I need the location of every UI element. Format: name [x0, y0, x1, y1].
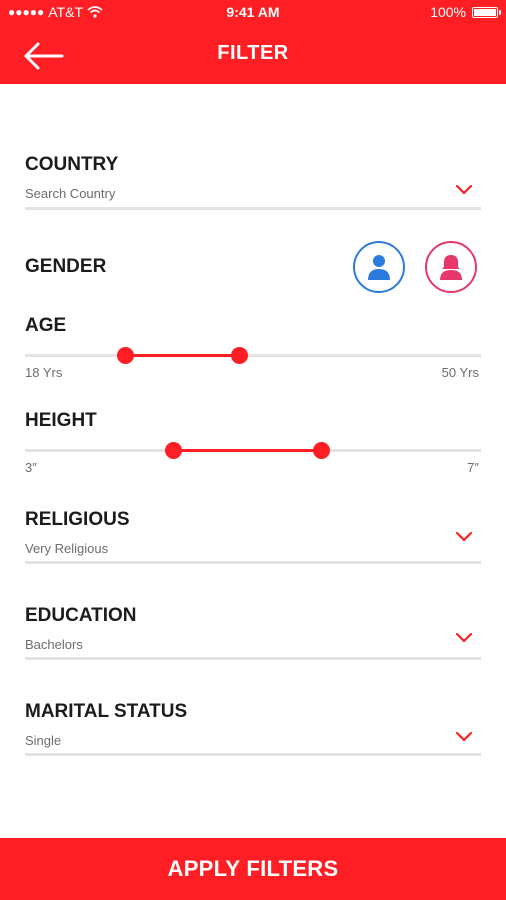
male-user-icon: [368, 255, 390, 280]
education-divider: [25, 657, 481, 660]
height-min-thumb[interactable]: [165, 442, 183, 459]
education-label: EDUCATION: [25, 605, 137, 626]
marital-status-label: MARITAL STATUS: [25, 701, 188, 722]
religious-divider: [25, 561, 481, 564]
chevron-down-icon[interactable]: [455, 731, 473, 743]
height-slider-range: [173, 449, 322, 452]
age-label: AGE: [25, 315, 67, 336]
chevron-down-icon[interactable]: [455, 632, 473, 644]
marital-status-value: Single: [25, 733, 62, 748]
height-section: HEIGHT 3″ 7″: [25, 410, 481, 475]
height-range-slider[interactable]: [25, 440, 481, 460]
religious-section[interactable]: RELIGIOUS Very Religious: [25, 509, 481, 564]
height-max-label: 7″: [467, 460, 479, 475]
marital-status-section[interactable]: MARITAL STATUS Single: [25, 701, 481, 756]
age-section: AGE 18 Yrs 50 Yrs: [25, 315, 481, 380]
age-max-thumb[interactable]: [230, 347, 248, 364]
age-min-thumb[interactable]: [116, 347, 134, 364]
battery-percent: 100%: [430, 4, 466, 20]
apply-filters-button[interactable]: APPLY FILTERS: [0, 838, 506, 900]
battery-icon: [472, 6, 501, 18]
chevron-down-icon[interactable]: [455, 531, 473, 543]
height-label: HEIGHT: [25, 410, 97, 431]
gender-options: [353, 241, 477, 293]
age-min-label: 18 Yrs: [25, 365, 63, 380]
age-slider-range: [124, 354, 239, 357]
male-gender-button[interactable]: [353, 241, 405, 293]
religious-label: RELIGIOUS: [25, 509, 130, 530]
age-range-slider[interactable]: [25, 345, 481, 365]
education-value: Bachelors: [25, 637, 83, 652]
religious-value: Very Religious: [25, 541, 109, 556]
country-search-input[interactable]: Search Country: [25, 186, 481, 201]
page-title: FILTER: [217, 42, 289, 64]
country-divider: [25, 207, 481, 210]
chevron-down-icon[interactable]: [455, 184, 473, 196]
country-label: COUNTRY: [25, 154, 119, 175]
height-min-label: 3″: [25, 460, 37, 475]
height-max-thumb[interactable]: [313, 442, 331, 459]
status-right: 100%: [430, 4, 501, 20]
country-section: COUNTRY Search Country: [25, 154, 481, 210]
age-slider-track: [25, 354, 481, 357]
status-bar: ●●●●● AT&T 9:41 AM 100%: [0, 0, 506, 24]
gender-section: GENDER: [25, 241, 481, 293]
education-section[interactable]: EDUCATION Bachelors: [25, 605, 481, 660]
age-max-label: 50 Yrs: [441, 365, 479, 380]
female-user-icon: [440, 255, 462, 280]
female-gender-button[interactable]: [425, 241, 477, 293]
marital-status-divider: [25, 753, 481, 756]
header-bar: ●●●●● AT&T 9:41 AM 100% FILTER: [0, 0, 506, 84]
